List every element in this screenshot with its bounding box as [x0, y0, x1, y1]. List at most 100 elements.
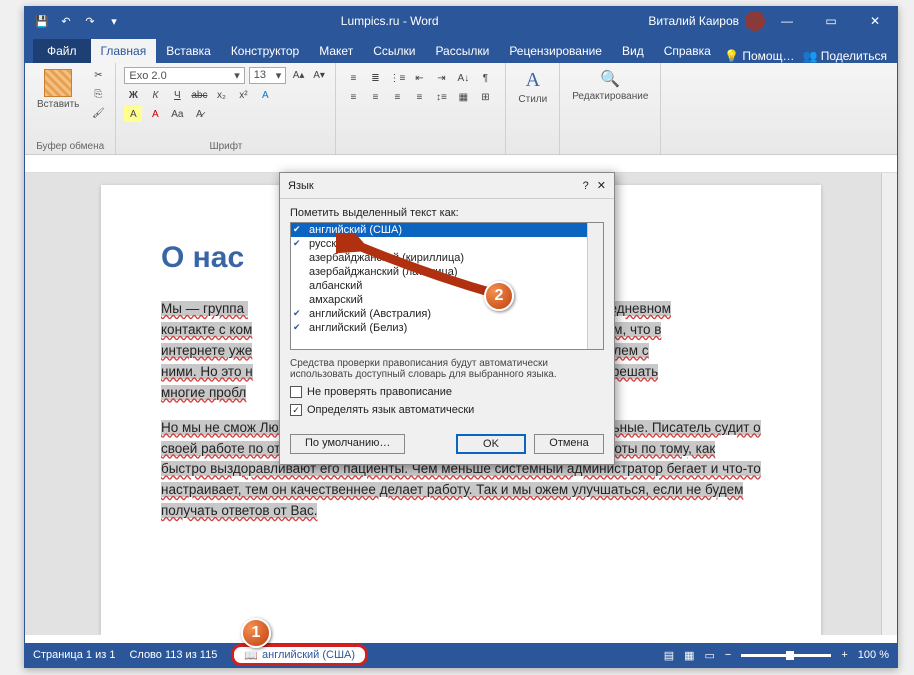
shrink-font-icon[interactable]: A▾: [311, 67, 328, 83]
tab-mailings[interactable]: Рассылки: [425, 39, 499, 63]
language-list[interactable]: ✔английский (США) ✔русский азербайджанск…: [290, 222, 604, 350]
tell-me[interactable]: 💡 Помощ…: [724, 49, 794, 63]
help-icon[interactable]: ?: [575, 180, 597, 192]
save-icon[interactable]: 💾: [33, 12, 51, 30]
highlight-icon[interactable]: A: [124, 106, 142, 122]
tab-design[interactable]: Конструктор: [221, 39, 309, 63]
vertical-scrollbar[interactable]: [881, 173, 897, 635]
ok-button[interactable]: OK: [456, 434, 526, 454]
quick-access-toolbar: 💾 ↶ ↷ ▾: [25, 12, 131, 30]
chk-no-proof[interactable]: Не проверять правописание: [290, 386, 604, 398]
cut-icon[interactable]: ✂: [89, 67, 107, 83]
justify-icon[interactable]: ≡: [410, 89, 428, 105]
copy-icon[interactable]: ⎘: [89, 86, 107, 102]
titlebar: 💾 ↶ ↷ ▾ Lumpics.ru - Word Виталий Каиров…: [25, 7, 897, 35]
read-mode-icon[interactable]: ▤: [664, 649, 674, 662]
lang-item-az-cyr[interactable]: азербайджанский (кириллица): [291, 251, 603, 265]
lang-item-sq[interactable]: албанский: [291, 279, 603, 293]
group-font: Exo 2.0▾ 13▾ A▴ A▾ Ж К Ч abc x₂ x² A A A: [116, 63, 336, 154]
subscript-button[interactable]: x₂: [212, 87, 230, 103]
qat-dropdown-icon[interactable]: ▾: [105, 12, 123, 30]
lang-item-az-lat[interactable]: азербайджанский (латиница): [291, 265, 603, 279]
window-controls: — ▭ ✕: [765, 7, 897, 35]
user-avatar[interactable]: [745, 11, 765, 31]
underline-button[interactable]: Ч: [168, 87, 186, 103]
group-styles: A Стили: [506, 63, 560, 154]
window-title: Lumpics.ru - Word: [131, 14, 648, 28]
user-name: Виталий Каиров: [648, 14, 739, 28]
font-color-icon[interactable]: A: [146, 106, 164, 122]
page-indicator[interactable]: Страница 1 из 1: [33, 649, 115, 661]
align-right-icon[interactable]: ≡: [388, 89, 406, 105]
language-dialog: Язык ? ✕ Пометить выделенный текст как: …: [279, 172, 615, 465]
zoom-level[interactable]: 100 %: [858, 649, 889, 661]
numbering-icon[interactable]: ≣: [366, 70, 384, 86]
share-button[interactable]: 👥 Поделиться: [802, 49, 887, 63]
shading-icon[interactable]: ▦: [454, 89, 472, 105]
tab-help[interactable]: Справка: [654, 39, 721, 63]
word-count[interactable]: Слово 113 из 115: [129, 649, 217, 661]
show-marks-icon[interactable]: ¶: [476, 70, 494, 86]
spellcheck-icon: ✔: [293, 322, 301, 333]
web-layout-icon[interactable]: ▭: [705, 649, 715, 662]
superscript-button[interactable]: x²: [234, 87, 252, 103]
zoom-slider[interactable]: [741, 654, 831, 657]
lang-item-en-us[interactable]: ✔английский (США): [291, 223, 603, 237]
tab-file[interactable]: Файл: [33, 39, 91, 63]
lang-item-en-au[interactable]: ✔английский (Австралия): [291, 307, 603, 321]
group-clipboard: Вставить ✂ ⎘ 🖌 Буфер обмена: [25, 63, 116, 154]
bullets-icon[interactable]: ≡: [344, 70, 362, 86]
tab-layout[interactable]: Макет: [309, 39, 363, 63]
editing-button[interactable]: 🔍 Редактирование: [568, 67, 652, 104]
zoom-in-icon[interactable]: +: [841, 649, 847, 661]
font-size-combo[interactable]: 13▾: [249, 67, 287, 84]
tab-insert[interactable]: Вставка: [156, 39, 221, 63]
lang-item-ru[interactable]: ✔русский: [291, 237, 603, 251]
italic-button[interactable]: К: [146, 87, 164, 103]
clear-formatting-icon[interactable]: A̷: [190, 106, 208, 122]
font-name-combo[interactable]: Exo 2.0▾: [124, 67, 244, 84]
sort-icon[interactable]: A↓: [454, 70, 472, 86]
ribbon: Вставить ✂ ⎘ 🖌 Буфер обмена Exo 2.0▾ 13▾…: [25, 63, 897, 155]
list-scrollbar[interactable]: [587, 223, 603, 349]
decrease-indent-icon[interactable]: ⇤: [410, 70, 428, 86]
bold-button[interactable]: Ж: [124, 87, 142, 103]
maximize-button[interactable]: ▭: [809, 7, 853, 35]
tab-home[interactable]: Главная: [91, 39, 157, 63]
grow-font-icon[interactable]: A▴: [290, 67, 307, 83]
format-painter-icon[interactable]: 🖌: [89, 105, 107, 121]
chk-auto-detect[interactable]: ✓ Определять язык автоматически: [290, 404, 604, 416]
borders-icon[interactable]: ⊞: [476, 89, 494, 105]
ruler[interactable]: [25, 155, 897, 173]
check-icon: ✔: [293, 224, 301, 235]
change-case-icon[interactable]: Aa: [168, 106, 186, 122]
undo-icon[interactable]: ↶: [57, 12, 75, 30]
dialog-close-icon[interactable]: ✕: [597, 179, 606, 192]
tab-review[interactable]: Рецензирование: [499, 39, 612, 63]
tab-view[interactable]: Вид: [612, 39, 654, 63]
align-left-icon[interactable]: ≡: [344, 89, 362, 105]
paste-button[interactable]: Вставить: [33, 67, 83, 112]
align-center-icon[interactable]: ≡: [366, 89, 384, 105]
text-effects-icon[interactable]: A: [256, 87, 274, 103]
lang-item-am[interactable]: амхарский: [291, 293, 603, 307]
print-layout-icon[interactable]: ▦: [684, 649, 694, 662]
styles-button[interactable]: A Стили: [514, 67, 551, 107]
multilevel-icon[interactable]: ⋮≡: [388, 70, 406, 86]
group-paragraph: ≡ ≣ ⋮≡ ⇤ ⇥ A↓ ¶ ≡ ≡ ≡ ≡ ↕≡ ▦ ⊞: [336, 63, 506, 154]
minimize-button[interactable]: —: [765, 7, 809, 35]
line-spacing-icon[interactable]: ↕≡: [432, 89, 450, 105]
increase-indent-icon[interactable]: ⇥: [432, 70, 450, 86]
strikethrough-button[interactable]: abc: [190, 87, 208, 103]
checkbox-checked-icon: ✓: [290, 404, 302, 416]
cancel-button[interactable]: Отмена: [534, 434, 604, 454]
tab-references[interactable]: Ссылки: [363, 39, 425, 63]
redo-icon[interactable]: ↷: [81, 12, 99, 30]
zoom-out-icon[interactable]: −: [725, 649, 731, 661]
group-editing: 🔍 Редактирование: [560, 63, 661, 154]
close-button[interactable]: ✕: [853, 7, 897, 35]
default-button[interactable]: По умолчанию…: [290, 434, 405, 454]
styles-icon: A: [526, 69, 540, 92]
lang-item-en-bz[interactable]: ✔английский (Белиз): [291, 321, 603, 335]
callout-1: 1: [241, 618, 271, 648]
